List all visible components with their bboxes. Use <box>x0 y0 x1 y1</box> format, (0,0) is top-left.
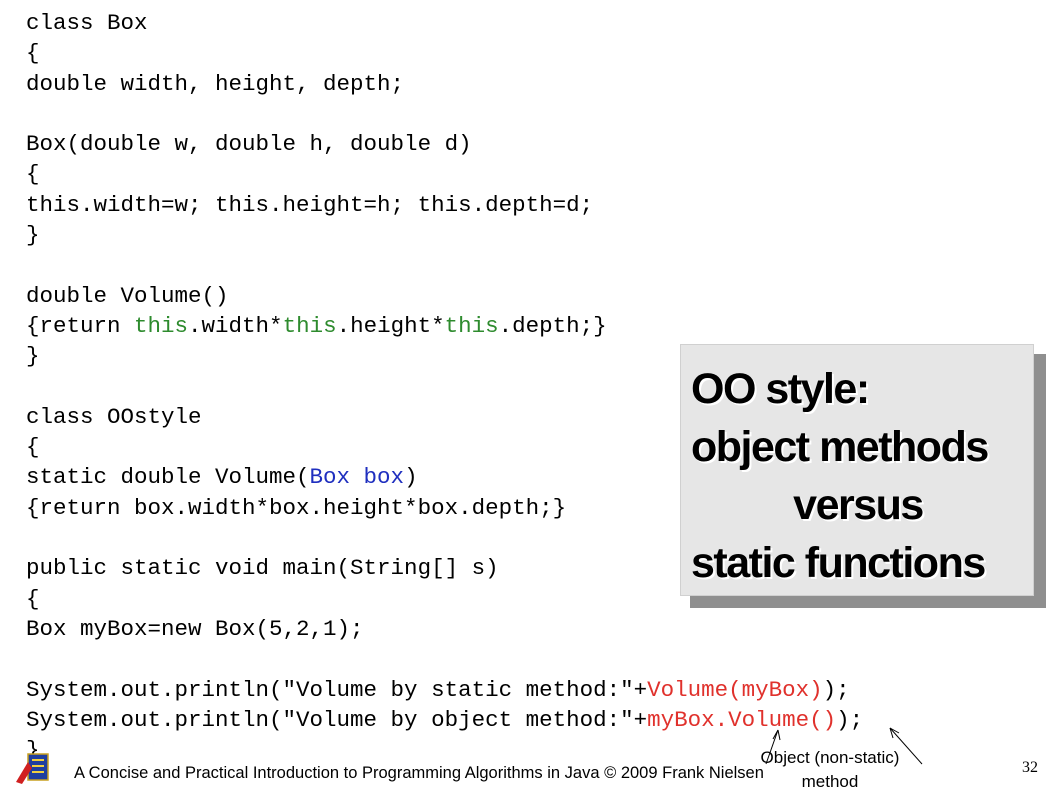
code-token: { <box>26 40 40 67</box>
code-line: this.width=w; this.height=h; this.depth=… <box>26 190 863 220</box>
callout-line-2: object methods <box>691 423 989 471</box>
code-token: double Volume() <box>26 282 229 309</box>
code-token: Box myBox=new Box(5,2,1); <box>26 615 364 642</box>
code-line: double width, height, depth; <box>26 69 863 99</box>
callout-line-1: OO style: <box>691 365 870 413</box>
callout-line-4: static functions <box>691 539 986 587</box>
code-line: Box(double w, double h, double d) <box>26 129 863 159</box>
code-line: class Box <box>26 8 863 38</box>
code-token: ); <box>836 706 864 733</box>
code-line: System.out.println("Volume by object met… <box>26 705 863 735</box>
code-token: } <box>26 222 40 249</box>
code-token: this <box>444 312 499 339</box>
code-token: { <box>26 434 40 461</box>
code-line: Box myBox=new Box(5,2,1); <box>26 614 863 644</box>
code-token: { <box>26 585 40 612</box>
school-crest-icon <box>16 753 49 784</box>
code-token: public static void main(String[] s) <box>26 555 499 582</box>
page-number: 32 <box>1022 759 1038 776</box>
code-token: .depth;} <box>498 312 607 339</box>
code-token: .width* <box>188 312 283 339</box>
code-token: {return <box>26 312 135 339</box>
code-token: .height* <box>336 312 445 339</box>
callout-line-3: versus <box>793 481 924 529</box>
code-token: } <box>26 343 40 370</box>
code-line: } <box>26 220 863 250</box>
code-token: this <box>282 312 337 339</box>
annotation-line-2: method <box>801 772 859 791</box>
code-token: Box box <box>309 464 405 491</box>
arrow-head-object <box>889 727 900 739</box>
code-token: Volume(myBox) <box>647 676 823 703</box>
code-token: System.out.println("Volume by static met… <box>26 676 648 703</box>
code-line: double Volume() <box>26 281 863 311</box>
annotation-line-1: Object (non-static) <box>760 748 900 767</box>
code-token: class OOstyle <box>26 403 202 430</box>
title-callout-box: OO style: object methods versus static f… <box>680 344 1034 596</box>
code-token: { <box>26 161 40 188</box>
code-token: class Box <box>26 10 148 36</box>
code-token: {return box.width*box.height*box.depth;} <box>26 494 567 521</box>
code-line: { <box>26 38 863 68</box>
code-token: myBox.Volume() <box>647 706 837 733</box>
object-method-annotation: Object (non-static) method <box>730 746 930 794</box>
code-token: this <box>134 312 189 339</box>
code-line: System.out.println("Volume by static met… <box>26 675 863 705</box>
code-token: double width, height, depth; <box>26 70 405 97</box>
code-token: ); <box>822 676 850 703</box>
code-token: this.width=w; this.height=h; this.depth=… <box>26 191 594 218</box>
code-line: {return this.width*this.height*this.dept… <box>26 311 863 341</box>
code-token: System.out.println("Volume by object met… <box>26 706 648 733</box>
footer-credit: A Concise and Practical Introduction to … <box>74 764 764 782</box>
code-token: Box(double w, double h, double d) <box>26 131 472 158</box>
code-line: { <box>26 159 863 189</box>
code-token: ) <box>404 464 418 491</box>
code-token: static double Volume( <box>26 464 310 491</box>
